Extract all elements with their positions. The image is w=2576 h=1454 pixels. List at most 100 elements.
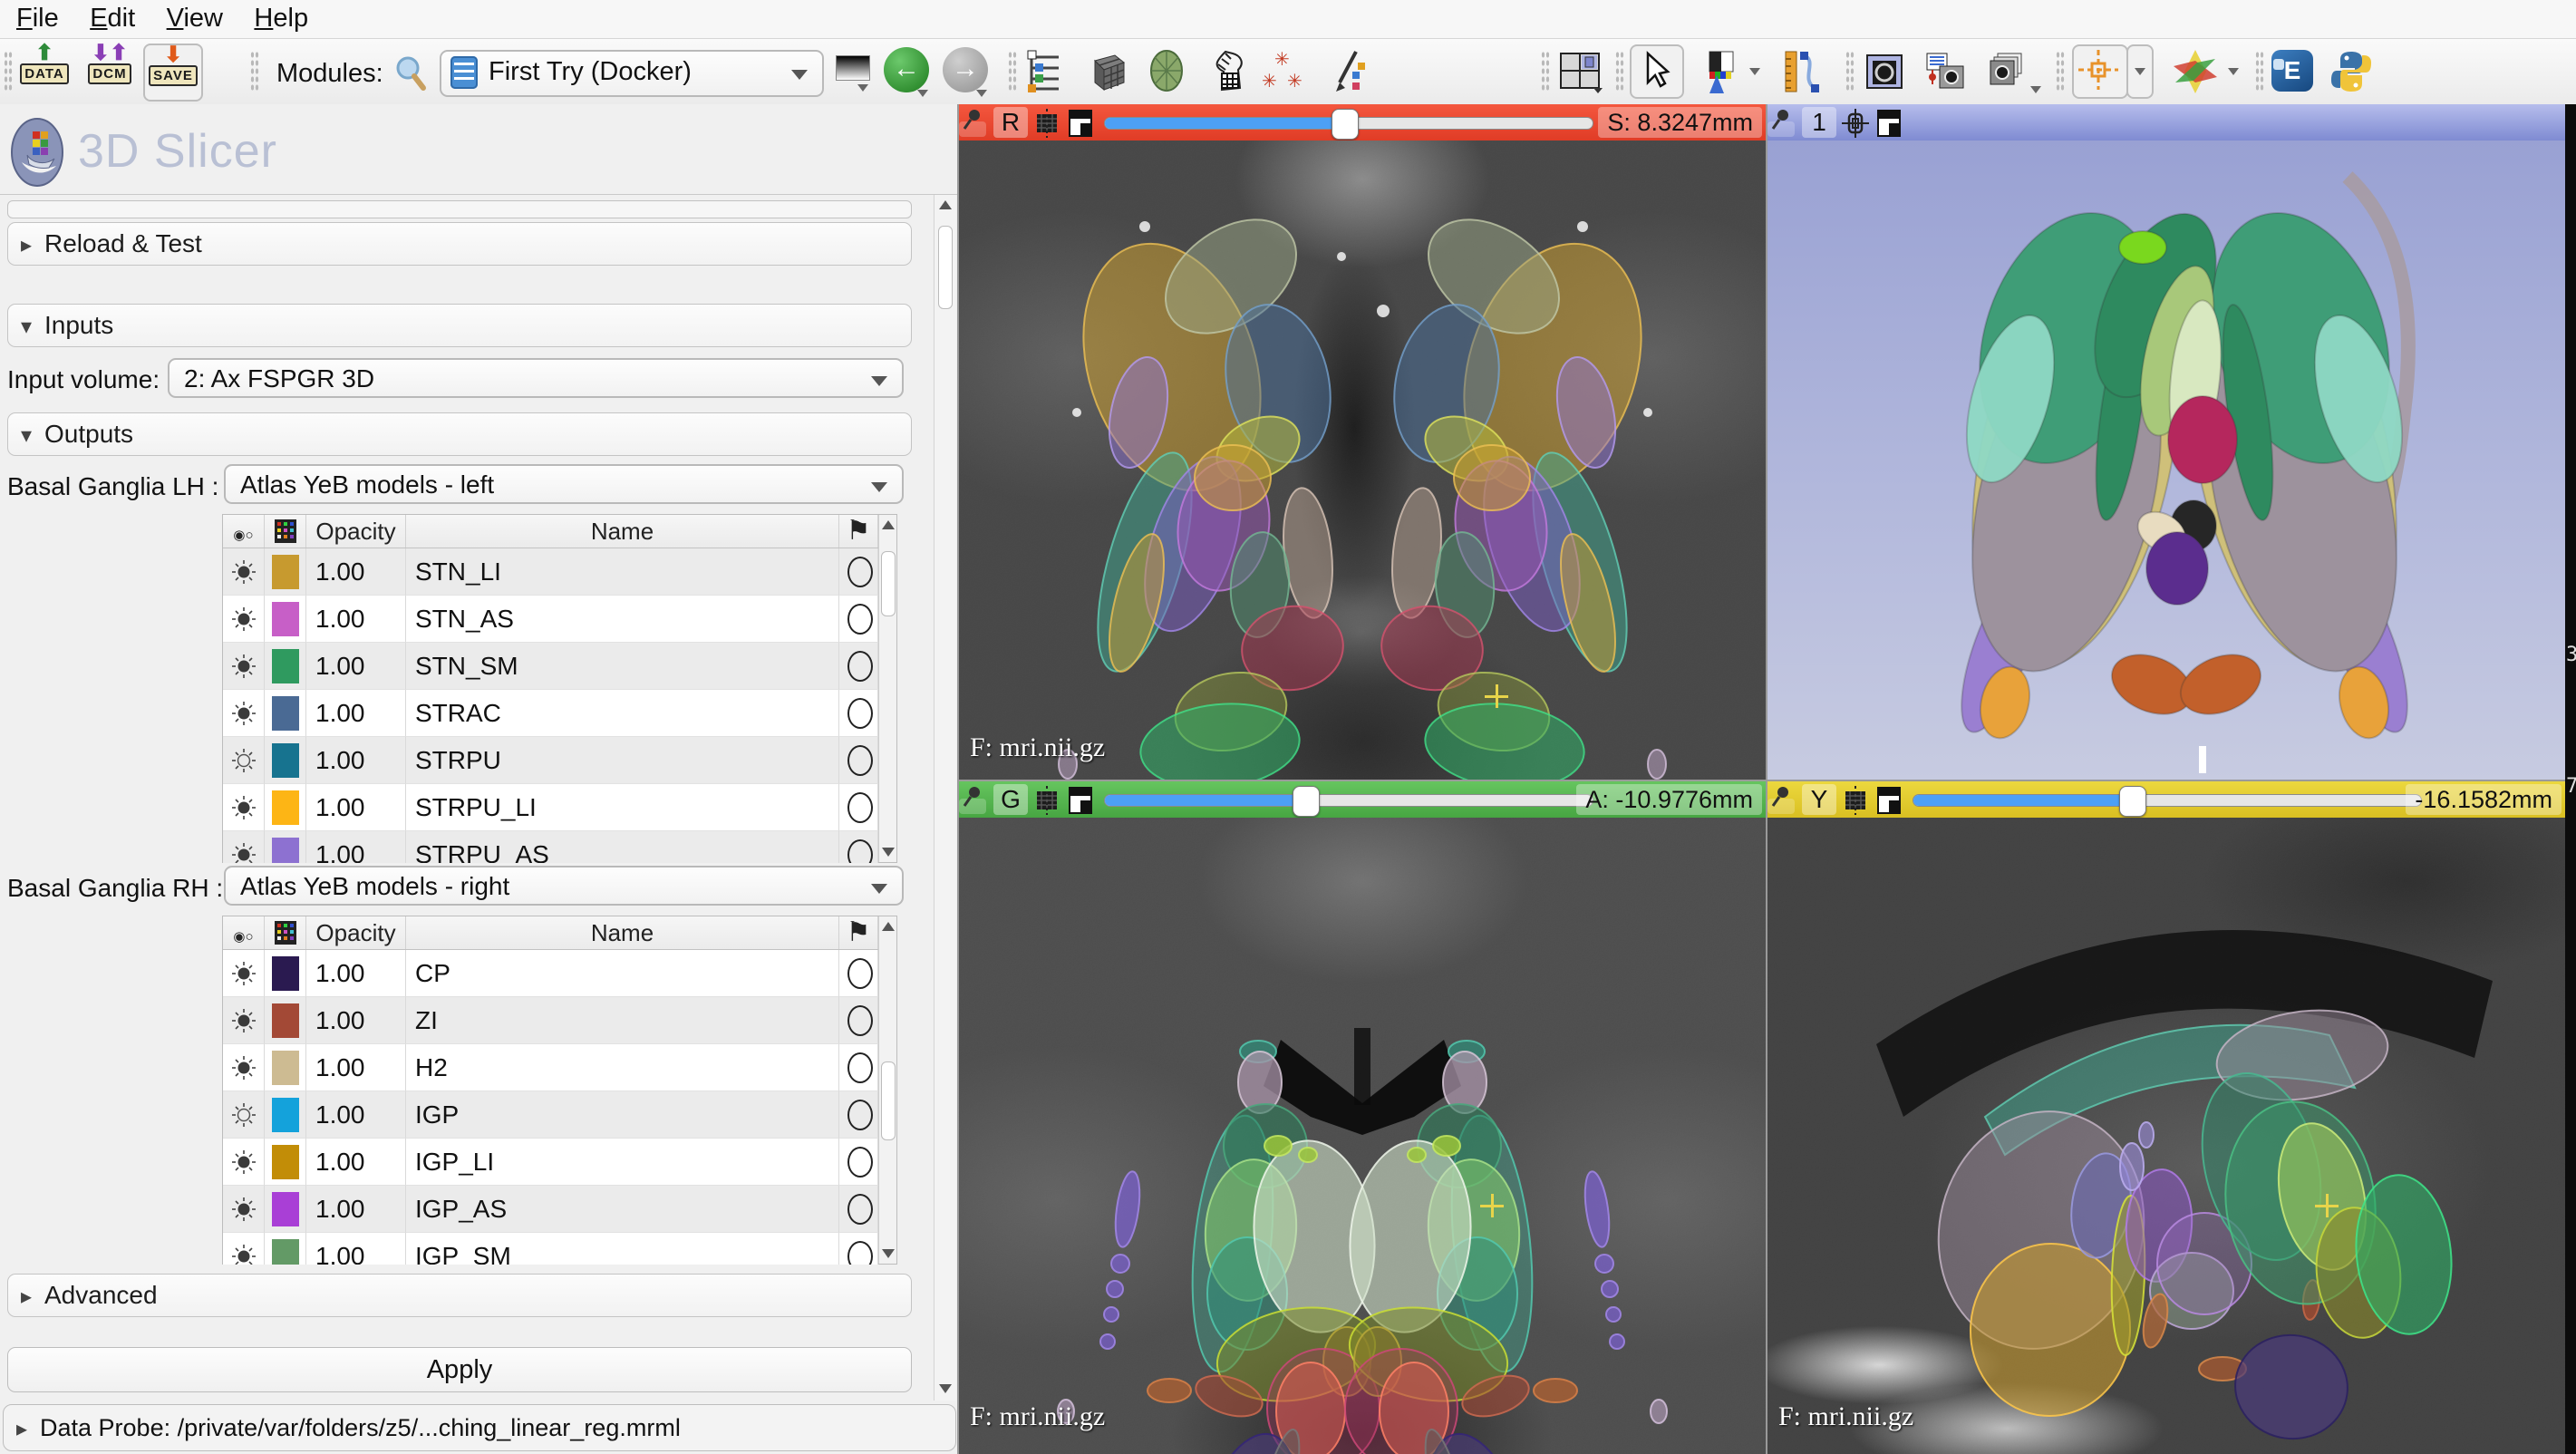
flag-cell[interactable] bbox=[839, 737, 878, 784]
name-cell[interactable]: IGP_LI bbox=[406, 1139, 839, 1186]
color-cell[interactable] bbox=[265, 831, 306, 863]
section-advanced[interactable]: ▸Advanced bbox=[7, 1274, 912, 1317]
opacity-cell[interactable]: 1.00 bbox=[306, 997, 406, 1044]
green-slice-slider[interactable] bbox=[1104, 794, 1593, 807]
opacity-cell[interactable]: 1.00 bbox=[306, 950, 406, 997]
menu-view[interactable]: View bbox=[167, 4, 250, 34]
red-slice-slider[interactable] bbox=[1104, 117, 1593, 130]
visibility-cell[interactable] bbox=[223, 737, 265, 784]
model-table-row[interactable]: 1.00 STRPU bbox=[223, 737, 878, 784]
flag-cell[interactable] bbox=[839, 1044, 878, 1091]
markups-icon[interactable]: ✳ ✳ ✳ bbox=[1262, 50, 1312, 95]
flag-cell[interactable] bbox=[839, 1186, 878, 1233]
opacity-cell[interactable]: 1.00 bbox=[306, 1233, 406, 1265]
flag-cell[interactable] bbox=[839, 1139, 878, 1186]
toolbar-drag-handle[interactable] bbox=[250, 51, 259, 91]
pin-icon[interactable] bbox=[959, 799, 986, 814]
color-cell[interactable] bbox=[265, 1139, 306, 1186]
view-menu-icon[interactable] bbox=[1876, 109, 1902, 138]
name-cell[interactable]: IGP_AS bbox=[406, 1186, 839, 1233]
pin-icon[interactable] bbox=[959, 121, 986, 137]
visibility-cell[interactable] bbox=[223, 997, 265, 1044]
color-cell[interactable] bbox=[265, 784, 306, 831]
opacity-cell[interactable]: 1.00 bbox=[306, 1044, 406, 1091]
red-slice-view[interactable]: R S: 8.3247mm bbox=[959, 104, 1766, 780]
back-button[interactable]: ← bbox=[884, 47, 929, 92]
volumes-cube-icon[interactable] bbox=[1084, 48, 1129, 93]
model-table-row[interactable]: 1.00 IGP_AS bbox=[223, 1186, 878, 1233]
module-search-icon[interactable] bbox=[392, 53, 430, 93]
extensions-manager-icon[interactable]: E bbox=[2271, 50, 2313, 92]
scene-view-camera-icon[interactable] bbox=[1923, 48, 1969, 93]
rh-model-selector[interactable]: Atlas YeB models - right bbox=[224, 866, 904, 906]
toolbar-drag-handle[interactable] bbox=[4, 51, 13, 91]
pin-icon[interactable] bbox=[1767, 799, 1795, 814]
lh-table-scrollbar[interactable] bbox=[878, 515, 896, 862]
opacity-cell[interactable]: 1.00 bbox=[306, 1091, 406, 1139]
flag-cell[interactable] bbox=[839, 1091, 878, 1139]
python-console-icon[interactable] bbox=[2328, 48, 2375, 95]
opacity-column-header[interactable]: Opacity bbox=[306, 916, 406, 949]
color-cell[interactable] bbox=[265, 1044, 306, 1091]
flag-cell[interactable] bbox=[839, 690, 878, 737]
model-table-row[interactable]: 1.00 IGP_LI bbox=[223, 1139, 878, 1186]
model-table-row[interactable]: 1.00 STN_LI bbox=[223, 548, 878, 596]
model-table-row[interactable]: 1.00 STRPU_LI bbox=[223, 784, 878, 831]
view-menu-icon[interactable] bbox=[1068, 786, 1093, 815]
color-cell[interactable] bbox=[265, 737, 306, 784]
opacity-column-header[interactable]: Opacity bbox=[306, 515, 406, 548]
opacity-cell[interactable]: 1.00 bbox=[306, 784, 406, 831]
visibility-cell[interactable] bbox=[223, 950, 265, 997]
module-selector[interactable]: First Try (Docker) bbox=[440, 50, 824, 97]
toolbar-drag-handle[interactable] bbox=[1008, 51, 1017, 91]
pin-icon[interactable] bbox=[1767, 121, 1795, 137]
model-table-row[interactable]: 1.00 STRPU_AS bbox=[223, 831, 878, 863]
slider-handle[interactable] bbox=[1332, 109, 1359, 140]
model-table-row[interactable]: 1.00 CP bbox=[223, 950, 878, 997]
crosshair-button[interactable] bbox=[2072, 44, 2128, 99]
toolbar-drag-handle[interactable] bbox=[2255, 51, 2264, 91]
name-cell[interactable]: CP bbox=[406, 950, 839, 997]
color-cell[interactable] bbox=[265, 1091, 306, 1139]
visibility-cell[interactable] bbox=[223, 596, 265, 643]
visibility-column-header[interactable]: ◉○ bbox=[223, 515, 265, 548]
visibility-cell[interactable] bbox=[223, 643, 265, 690]
visibility-cell[interactable] bbox=[223, 1044, 265, 1091]
opacity-cell[interactable]: 1.00 bbox=[306, 737, 406, 784]
flag-cell[interactable] bbox=[839, 784, 878, 831]
data-probe-bar[interactable]: ▸Data Probe: /private/var/folders/z5/...… bbox=[3, 1404, 956, 1451]
view-menu-icon[interactable] bbox=[1068, 109, 1093, 138]
model-table-row[interactable]: 1.00 IGP bbox=[223, 1091, 878, 1139]
color-cell[interactable] bbox=[265, 548, 306, 596]
visibility-cell[interactable] bbox=[223, 1233, 265, 1265]
visibility-cell[interactable] bbox=[223, 548, 265, 596]
mouse-mode-button[interactable] bbox=[1630, 44, 1684, 99]
visibility-cell[interactable] bbox=[223, 1091, 265, 1139]
color-cell[interactable] bbox=[265, 950, 306, 997]
opacity-cell[interactable]: 1.00 bbox=[306, 1186, 406, 1233]
view-menu-icon[interactable] bbox=[1876, 786, 1902, 815]
section-outputs[interactable]: ▾Outputs bbox=[7, 412, 912, 456]
input-volume-selector[interactable]: 2: Ax FSPGR 3D bbox=[168, 358, 904, 398]
color-cell[interactable] bbox=[265, 596, 306, 643]
color-cell[interactable] bbox=[265, 1186, 306, 1233]
threed-render-area[interactable] bbox=[1767, 141, 2565, 780]
model-table-row[interactable]: 1.00 STRAC bbox=[223, 690, 878, 737]
annotations-pen-icon[interactable] bbox=[1325, 48, 1370, 93]
flag-cell[interactable] bbox=[839, 643, 878, 690]
opacity-cell[interactable]: 1.00 bbox=[306, 690, 406, 737]
color-cell[interactable] bbox=[265, 690, 306, 737]
menu-file[interactable]: File bbox=[16, 4, 86, 34]
red-slice-image[interactable]: F: mri.nii.gz bbox=[959, 141, 1766, 780]
flag-cell[interactable] bbox=[839, 548, 878, 596]
color-column-header[interactable] bbox=[265, 515, 306, 548]
menu-edit[interactable]: Edit bbox=[90, 4, 162, 34]
name-column-header[interactable]: Name bbox=[406, 515, 839, 548]
name-cell[interactable]: IGP bbox=[406, 1091, 839, 1139]
name-column-header[interactable]: Name bbox=[406, 916, 839, 949]
flag-cell[interactable] bbox=[839, 997, 878, 1044]
slider-handle[interactable] bbox=[1293, 786, 1320, 817]
toolbar-drag-handle[interactable] bbox=[2056, 51, 2065, 91]
model-table-row[interactable]: 1.00 H2 bbox=[223, 1044, 878, 1091]
window-level-icon[interactable] bbox=[1697, 48, 1742, 93]
